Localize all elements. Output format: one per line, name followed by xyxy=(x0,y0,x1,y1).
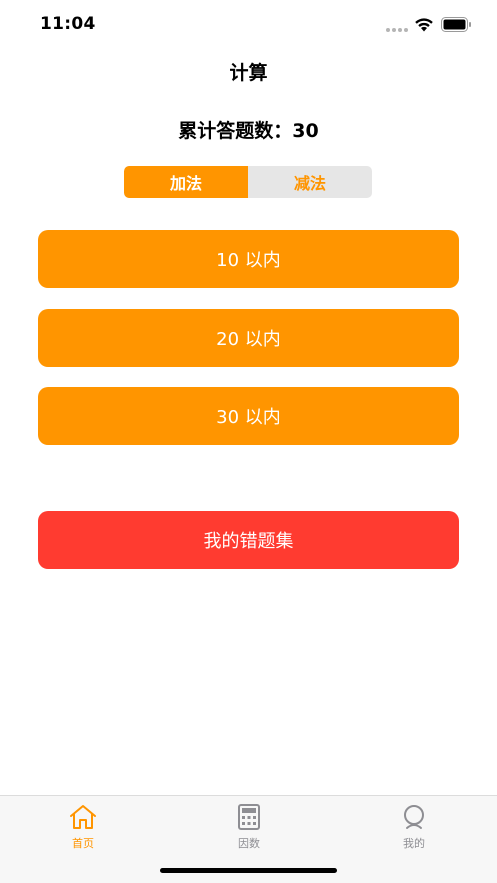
wrong-question-set-button[interactable]: 我的错题集 xyxy=(38,511,459,569)
tab-home-label: 首页 xyxy=(72,837,94,850)
segment-subtraction[interactable]: 减法 xyxy=(248,166,372,198)
screen: 11:04 计算 累计答题数：30 加法 减法 10 以内 20 以内 30 以… xyxy=(0,0,497,883)
home-icon xyxy=(70,805,96,829)
tab-mine-label: 我的 xyxy=(403,837,425,850)
battery-icon xyxy=(441,17,471,32)
status-bar: 11:04 xyxy=(0,0,497,50)
total-answered-count: 累计答题数：30 xyxy=(178,120,319,142)
operation-segmented-control: 加法 减法 xyxy=(124,166,372,198)
range-10-button[interactable]: 10 以内 xyxy=(38,230,459,288)
status-time: 11:04 xyxy=(40,14,96,34)
range-30-button[interactable]: 30 以内 xyxy=(38,387,459,445)
calculator-icon xyxy=(238,804,260,830)
range-20-button[interactable]: 20 以内 xyxy=(38,309,459,367)
wifi-icon xyxy=(415,18,433,32)
tab-home[interactable]: 首页 xyxy=(33,804,133,851)
home-indicator[interactable] xyxy=(160,868,337,873)
person-icon xyxy=(404,805,424,829)
tab-factors-label: 因数 xyxy=(238,837,260,850)
tab-mine[interactable]: 我的 xyxy=(364,804,464,851)
tab-factors[interactable]: 因数 xyxy=(199,804,299,851)
signal-icon xyxy=(386,28,408,32)
segment-addition[interactable]: 加法 xyxy=(124,166,248,198)
page-title: 计算 xyxy=(229,62,268,84)
